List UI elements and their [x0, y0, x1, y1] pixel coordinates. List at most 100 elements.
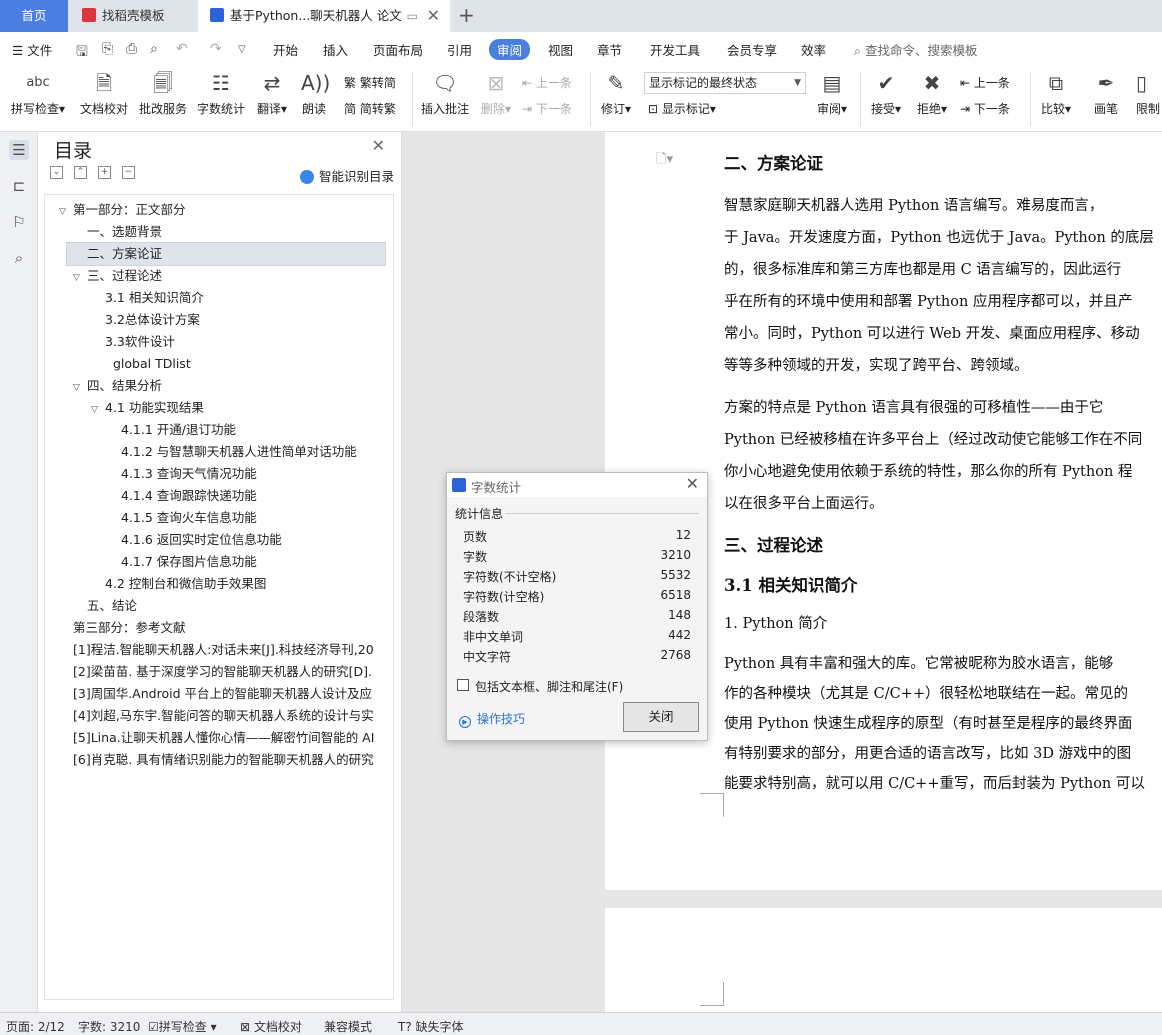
page-indicator[interactable]: 页面: 2/12 — [6, 1018, 65, 1035]
command-search[interactable]: ⌕ 查找命令、搜索模板 — [854, 40, 978, 59]
trad-to-simp-button[interactable]: 繁 繁转简 — [344, 74, 396, 91]
toc-item[interactable]: [4]刘超,马东宇.智能问答的聊天机器人系统的设计与实 ... — [45, 705, 375, 727]
menu-review[interactable]: 审阅 — [489, 39, 531, 60]
include-textbox-label[interactable]: 包括文本框、脚注和尾注(F) — [475, 678, 623, 695]
chevron-down-icon[interactable]: ▽ — [91, 399, 105, 419]
prev-comment-button[interactable]: ⇤ 上一条 — [522, 74, 572, 91]
read-aloud-button[interactable]: A)) 朗读 — [296, 70, 332, 117]
toc-item[interactable]: ▽ 4.1 功能实现结果 — [45, 397, 375, 419]
toc-item[interactable]: ▽ 第一部分：正文部分 — [45, 199, 375, 221]
review-pane-button[interactable]: ▤ 审阅▾ — [812, 70, 852, 117]
status-spellcheck[interactable]: ☑拼写检查 ▾ — [148, 1018, 217, 1035]
toc-item[interactable]: [3]周国华.Android 平台上的智能聊天机器人设计及应 ... — [45, 683, 375, 705]
toc-item[interactable]: 二、方案论证 — [66, 242, 386, 266]
toc-item[interactable]: 4.2 控制台和微信助手效果图 — [45, 573, 375, 595]
accept-button[interactable]: ✔ 接受▾ — [866, 70, 906, 117]
menu-home[interactable]: 开始 — [273, 40, 298, 59]
toc-item[interactable]: 4.1.4 查询跟踪快递功能 — [45, 485, 375, 507]
toc-item[interactable]: 4.1.5 查询火车信息功能 — [45, 507, 375, 529]
undo-icon[interactable]: ↶ — [176, 41, 188, 57]
menu-chapter[interactable]: 章节 — [597, 40, 622, 59]
spellcheck-button[interactable]: abc 拼写检查▾ — [8, 70, 68, 117]
restrict-editing-button[interactable]: ▯ 限制 — [1136, 70, 1162, 117]
toc-item[interactable]: 一、选题背景 — [45, 221, 375, 243]
menu-developer[interactable]: 开发工具 — [650, 40, 700, 59]
toc-item[interactable]: ▽ 三、过程论述 — [45, 265, 375, 287]
chapter-nav-icon[interactable]: ⊏ — [9, 176, 29, 196]
tab-template[interactable]: 找稻壳模板 — [70, 0, 196, 32]
chevron-down-icon[interactable]: ▽ — [59, 201, 73, 221]
markup-state-select[interactable]: 显示标记的最终状态 ▼ — [644, 72, 806, 94]
toc-item[interactable]: [2]梁苗苗. 基于深度学习的智能聊天机器人的研究[D]. ... — [45, 661, 375, 683]
toc-item[interactable]: [6]肖克聪. 具有情绪识别能力的智能聊天机器人的研究 ... — [45, 749, 375, 771]
menu-member[interactable]: 会员专享 — [727, 40, 777, 59]
toc-item[interactable]: 第三部分：参考文献 — [45, 617, 375, 639]
next-comment-button[interactable]: ⇥ 下一条 — [522, 100, 572, 117]
show-markup-button[interactable]: ⊡ 显示标记▾ — [648, 100, 716, 117]
toc-item[interactable]: 4.1.3 查询天气情况功能 — [45, 463, 375, 485]
page-options-icon[interactable]: 🗋▾ — [656, 150, 673, 172]
toc-item[interactable]: global TDlist — [45, 353, 375, 375]
translate-button[interactable]: ⇄ 翻译▾ — [252, 70, 292, 117]
delete-comment-button[interactable]: ⊠ 删除▾ — [476, 70, 516, 117]
word-count-indicator[interactable]: 字数: 3210 — [78, 1018, 140, 1035]
word-count-button[interactable]: ☷ 字数统计 — [194, 70, 248, 117]
toc-item[interactable]: [5]Lina.让聊天机器人懂你心情——解密竹间智能的 AI ... — [45, 727, 375, 749]
menu-view[interactable]: 视图 — [548, 40, 573, 59]
track-changes-button[interactable]: ✎ 修订▾ — [596, 70, 636, 117]
bookmark-icon[interactable]: ⚐ — [9, 212, 29, 232]
tips-link[interactable]: ▶ 操作技巧 — [459, 710, 525, 728]
toc-panel-icon[interactable]: ☰ — [9, 140, 29, 160]
menu-insert[interactable]: 插入 — [323, 40, 348, 59]
close-icon[interactable]: ✕ — [686, 474, 699, 493]
batch-service-button[interactable]: 🗐 批改服务 — [136, 70, 190, 117]
close-icon[interactable]: ✕ — [372, 136, 385, 155]
proofread-button[interactable]: 🗎 文档校对 — [76, 70, 132, 117]
compare-button[interactable]: ⧉ 比较▾ — [1036, 70, 1076, 117]
toc-item[interactable]: 五、结论 — [45, 595, 375, 617]
toc-item[interactable]: ▽ 四、结果分析 — [45, 375, 375, 397]
toc-item[interactable]: 4.1.2 与智慧聊天机器人进性简单对话功能 — [45, 441, 375, 463]
collapse-all-icon[interactable]: ⌄ — [50, 166, 63, 179]
remove-heading-icon[interactable]: − — [122, 166, 135, 179]
close-button[interactable]: 关闭 — [623, 702, 699, 732]
missing-font[interactable]: T? 缺失字体 — [398, 1018, 464, 1035]
menu-efficiency[interactable]: 效率 — [801, 40, 826, 59]
tab-document[interactable]: 基于Python...聊天机器人 论文 ▭ ✕ — [198, 0, 450, 32]
print-icon[interactable]: ⎙ — [126, 41, 137, 57]
save-icon[interactable]: 🖫 — [76, 41, 88, 65]
toc-item[interactable]: 3.1 相关知识简介 — [45, 287, 375, 309]
pin-icon[interactable]: ▭ — [407, 0, 418, 32]
status-proofread[interactable]: ⊠ 文档校对 — [240, 1018, 302, 1035]
toc-item[interactable]: 3.3软件设计 — [45, 331, 375, 353]
file-menu[interactable]: ☰ 文件 — [12, 40, 52, 59]
toc-item[interactable]: 4.1.6 返回实时定位信息功能 — [45, 529, 375, 551]
export-pdf-icon[interactable]: ⎘ — [102, 41, 113, 57]
insert-comment-button[interactable]: 🗨 插入批注 — [418, 70, 472, 117]
tab-home[interactable]: 首页 — [0, 0, 68, 32]
toc-item[interactable]: 4.1.1 开通/退订功能 — [45, 419, 375, 441]
menu-layout[interactable]: 页面布局 — [373, 40, 423, 59]
redo-icon[interactable]: ↷ — [210, 41, 222, 57]
toc-item[interactable]: 3.2总体设计方案 — [45, 309, 375, 331]
toc-item[interactable]: 4.1.7 保存图片信息功能 — [45, 551, 375, 573]
chevron-down-icon[interactable]: ▽ — [73, 267, 87, 287]
ink-button[interactable]: ✒ 画笔 — [1088, 70, 1124, 117]
smart-toc-button[interactable]: 智能识别目录 — [300, 166, 394, 185]
simp-to-trad-button[interactable]: 简 简转繁 — [344, 100, 396, 117]
next-change-button[interactable]: ⇥ 下一条 — [960, 100, 1010, 117]
expand-all-icon[interactable]: ⌃ — [74, 166, 87, 179]
search-icon[interactable]: ⌕ — [9, 248, 29, 268]
prev-change-button[interactable]: ⇤ 上一条 — [960, 74, 1010, 91]
toc-item[interactable]: [1]程洁.智能聊天机器人:对话未来[J].科技经济导刊,201 ... — [45, 639, 375, 661]
customize-qat-icon[interactable]: ▽ — [238, 44, 246, 55]
dialog-titlebar[interactable]: 字数统计 ✕ — [447, 473, 707, 497]
reject-button[interactable]: ✖ 拒绝▾ — [912, 70, 952, 117]
include-textbox-checkbox[interactable] — [457, 679, 469, 691]
close-tab-icon[interactable]: ✕ — [427, 0, 440, 32]
print-preview-icon[interactable]: ⌕ — [150, 41, 158, 57]
add-heading-icon[interactable]: + — [98, 166, 111, 179]
chevron-down-icon[interactable]: ▽ — [73, 377, 87, 397]
new-tab-button[interactable]: + — [458, 0, 475, 32]
menu-references[interactable]: 引用 — [447, 40, 472, 59]
